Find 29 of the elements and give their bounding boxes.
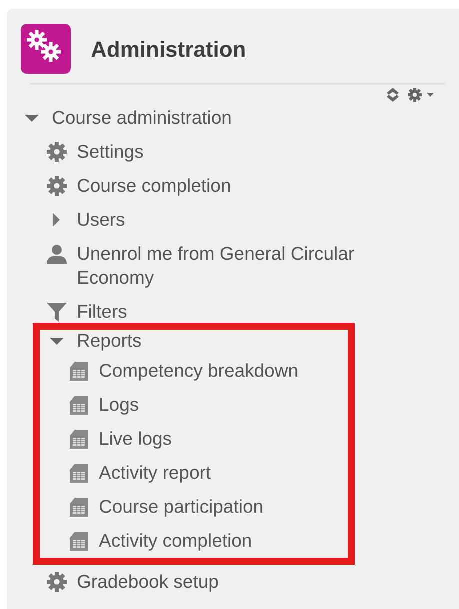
- filter-icon: [46, 301, 68, 323]
- tree-item-label[interactable]: Live logs: [99, 427, 172, 451]
- tree-item-label[interactable]: Reports: [77, 329, 142, 353]
- tree-item-label[interactable]: Gradebook setup: [77, 570, 219, 594]
- tree-item-label[interactable]: Settings: [77, 140, 144, 164]
- report-icon: [68, 496, 90, 518]
- tree-item-label[interactable]: Competency breakdown: [99, 359, 298, 383]
- gear-icon: [46, 175, 68, 197]
- cogs-icon: [21, 24, 71, 74]
- block-title: Administration: [91, 36, 246, 64]
- tree-item-label[interactable]: Unenrol me from General Circular Economy: [77, 242, 392, 290]
- tree-item-label[interactable]: Logs: [99, 393, 140, 417]
- tree-item-label[interactable]: Users: [77, 208, 126, 232]
- tree-item-label[interactable]: Activity report: [99, 461, 212, 485]
- tree-item-label[interactable]: Activity completion: [99, 529, 252, 553]
- tree-item-label[interactable]: Course completion: [77, 174, 232, 198]
- report-icon: [68, 530, 90, 552]
- report-icon: [68, 462, 90, 484]
- settings-menu-icon[interactable]: [407, 87, 435, 103]
- report-icon: [68, 360, 90, 382]
- gear-icon: [46, 571, 68, 593]
- tree-item-label[interactable]: Course participation: [99, 495, 264, 519]
- gear-icon: [46, 141, 68, 163]
- user-icon: [46, 243, 68, 265]
- report-icon: [68, 428, 90, 450]
- report-icon: [68, 394, 90, 416]
- tree-item-label[interactable]: Course administration: [52, 106, 232, 130]
- tree-item-label[interactable]: Filters: [77, 300, 128, 324]
- move-icon[interactable]: [385, 87, 401, 103]
